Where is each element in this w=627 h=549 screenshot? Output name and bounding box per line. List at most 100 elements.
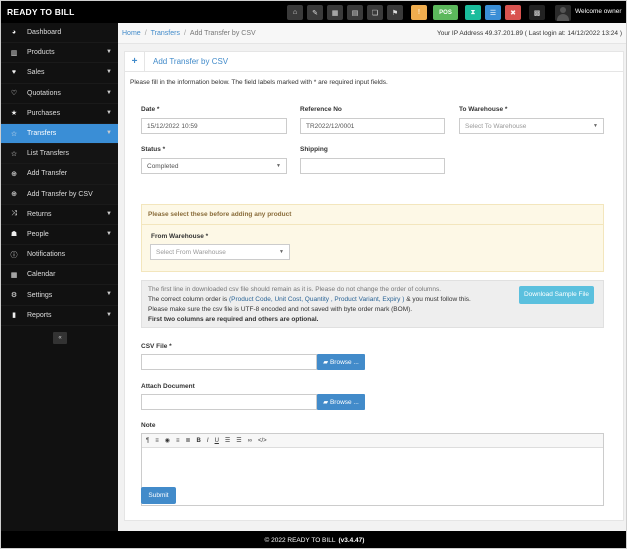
date-value: 15/12/2022 10:59	[147, 122, 198, 130]
csv-file-input[interactable]	[141, 354, 317, 370]
column-order: (Product Code, Unit Cost, Quantity , Pro…	[228, 296, 405, 303]
avatar[interactable]	[555, 5, 571, 21]
date-label: Date *	[141, 106, 160, 113]
warehouse-warning-box: Please select these before adding any pr…	[141, 204, 604, 272]
unordered-list-icon[interactable]: ☰	[236, 437, 241, 444]
instruction-line-2-pre: The correct column order is	[148, 296, 228, 303]
chevron-down-icon: ▼	[106, 291, 112, 298]
star-outline-icon: ☆	[10, 130, 18, 138]
link-icon[interactable]: ∞	[248, 438, 252, 444]
code-icon[interactable]: </>	[258, 438, 267, 444]
footer-copyright: © 2022 READY TO BILL	[264, 537, 336, 544]
calculator-icon[interactable]: ▦	[327, 5, 343, 20]
heart-icon: ♥	[11, 69, 17, 77]
brand-logo[interactable]: READY TO BILL	[1, 7, 118, 17]
to-warehouse-label: To Warehouse *	[459, 106, 508, 113]
language-flag-icon[interactable]: ⚑	[387, 5, 403, 20]
sidebar-item-calendar[interactable]: ▦ Calendar	[1, 265, 118, 286]
chevron-down-icon: ▼	[106, 109, 112, 116]
note-label: Note	[141, 422, 156, 429]
status-value: Completed	[147, 162, 179, 170]
italic-icon[interactable]: I	[207, 438, 209, 444]
sidebar-item-label: Dashboard	[27, 29, 62, 37]
transfer-panel: + Add Transfer by CSV Please fill in the…	[124, 51, 624, 521]
paragraph-icon[interactable]: ¶	[146, 438, 149, 444]
panel-header: + Add Transfer by CSV	[125, 51, 623, 72]
status-select[interactable]: Completed ▼	[141, 158, 287, 174]
note-icon[interactable]: ❏	[367, 5, 383, 20]
visibility-icon[interactable]: ◉	[165, 437, 170, 444]
sidebar-item-transfers[interactable]: ☆ Transfers ▼	[1, 123, 118, 145]
grid-icon[interactable]: ▩	[529, 5, 545, 20]
tools-icon[interactable]: ✎	[307, 5, 323, 20]
sidebar-collapse-button[interactable]: «	[53, 331, 67, 344]
sidebar-item-label: Quotations	[27, 89, 61, 97]
ip-address-info: Your IP Address 49.37.201.89 ( Last logi…	[436, 30, 622, 37]
chevron-down-icon: ▼	[106, 49, 112, 56]
home-icon[interactable]: ⌂	[287, 5, 303, 20]
calendar-icon: ▦	[10, 271, 18, 279]
calendar-top-icon[interactable]: ▤	[347, 5, 363, 20]
plus-circle-icon: ⊕	[11, 170, 17, 178]
chevron-down-icon: ▼	[106, 89, 112, 96]
align-left-icon[interactable]: ≡	[155, 438, 159, 444]
top-bar: READY TO BILL ⌂ ✎ ▦ ▤ ❏ ⚑ ! POS ⧗ ☰ ✖ ▩ …	[1, 1, 626, 23]
sidebar-item-label: Add Transfer by CSV	[27, 190, 93, 198]
submit-button[interactable]: Submit	[141, 487, 176, 504]
sidebar-item-purchases[interactable]: ★ Purchases ▼	[1, 104, 118, 124]
underline-icon[interactable]: U	[215, 438, 219, 444]
note-editor[interactable]: ¶ ≡ ◉ ≡ ≣ B I U ☰ ☰ ∞ </>	[141, 433, 604, 506]
align-right-icon[interactable]: ≡	[176, 438, 180, 444]
heart-outline-icon: ♡	[10, 90, 18, 98]
attach-browse-button[interactable]: ▰ Browse ...	[317, 394, 365, 410]
warning-heading: Please select these before adding any pr…	[142, 205, 603, 225]
reference-label: Reference No	[300, 106, 342, 113]
sidebar-item-products[interactable]: ▥ Products ▼	[1, 43, 118, 64]
sidebar-item-notifications[interactable]: ⓘ Notifications	[1, 245, 118, 266]
info-circle-icon: ⓘ	[10, 251, 18, 259]
reference-input[interactable]: TR2022/12/0001	[300, 118, 445, 134]
sidebar-item-label: Add Transfer	[27, 170, 68, 178]
sidebar-item-people[interactable]: ☗ People ▼	[1, 225, 118, 246]
hourglass-icon[interactable]: ⧗	[465, 5, 481, 20]
sidebar-item-dashboard[interactable]: ◕ Dashboard	[1, 23, 118, 44]
csv-browse-button[interactable]: ▰ Browse ...	[317, 354, 365, 370]
download-sample-button[interactable]: Download Sample File	[519, 286, 594, 304]
alert-bell-icon[interactable]: !	[411, 5, 427, 20]
attach-document-input[interactable]	[141, 394, 317, 410]
sidebar-item-quotations[interactable]: ♡ Quotations ▼	[1, 84, 118, 104]
sidebar-item-list-transfers[interactable]: ☆ List Transfers	[1, 144, 118, 165]
breadcrumb-transfers[interactable]: Transfers	[151, 30, 180, 37]
folder-icon: ▰	[323, 359, 330, 366]
sidebar-item-add-transfer-by-csv[interactable]: ⊕ Add Transfer by CSV	[1, 184, 118, 205]
main-content: Home / Transfers / Add Transfer by CSV Y…	[118, 23, 626, 531]
to-warehouse-select[interactable]: Select To Warehouse ▼	[459, 118, 604, 134]
sidebar-item-label: Transfers	[27, 130, 57, 138]
pos-button[interactable]: POS	[433, 5, 458, 20]
sidebar-item-label: List Transfers	[27, 150, 70, 158]
ordered-list-icon[interactable]: ☰	[225, 437, 230, 444]
from-warehouse-select[interactable]: Select From Warehouse ▼	[150, 244, 290, 260]
bold-icon[interactable]: B	[197, 438, 201, 444]
breadcrumb-separator: /	[144, 29, 147, 37]
footer: © 2022 READY TO BILL (v3.4.47)	[1, 531, 626, 548]
date-input[interactable]: 15/12/2022 10:59	[141, 118, 287, 134]
sidebar-item-settings[interactable]: ⚙ Settings ▼	[1, 285, 118, 306]
sidebar-item-reports[interactable]: ▮ Reports ▼	[1, 306, 118, 326]
shipping-input[interactable]	[300, 158, 445, 174]
chevron-down-icon: ▼	[106, 129, 112, 136]
chevron-down-icon: ▼	[276, 163, 281, 169]
sidebar-item-add-transfer[interactable]: ⊕ Add Transfer	[1, 164, 118, 185]
clear-icon[interactable]: ✖	[505, 5, 521, 20]
sidebar: ◕ Dashboard ▥ Products ▼ ♥ Sales ▼ ♡ Quotations ▼ ★…	[1, 23, 118, 531]
list-icon[interactable]: ☰	[485, 5, 501, 20]
justify-icon[interactable]: ≣	[186, 437, 191, 444]
breadcrumb-home[interactable]: Home	[122, 30, 141, 37]
plus-circle-icon: ⊕	[11, 191, 17, 199]
welcome-owner-label[interactable]: Welcome owner	[575, 8, 621, 15]
cog-icon: ⚙	[10, 292, 18, 300]
attach-document-label: Attach Document	[141, 383, 195, 390]
sidebar-item-sales[interactable]: ♥ Sales ▼	[1, 63, 118, 84]
dashboard-icon: ◕	[11, 29, 17, 37]
sidebar-item-returns[interactable]: ⤨ Returns ▼	[1, 205, 118, 225]
